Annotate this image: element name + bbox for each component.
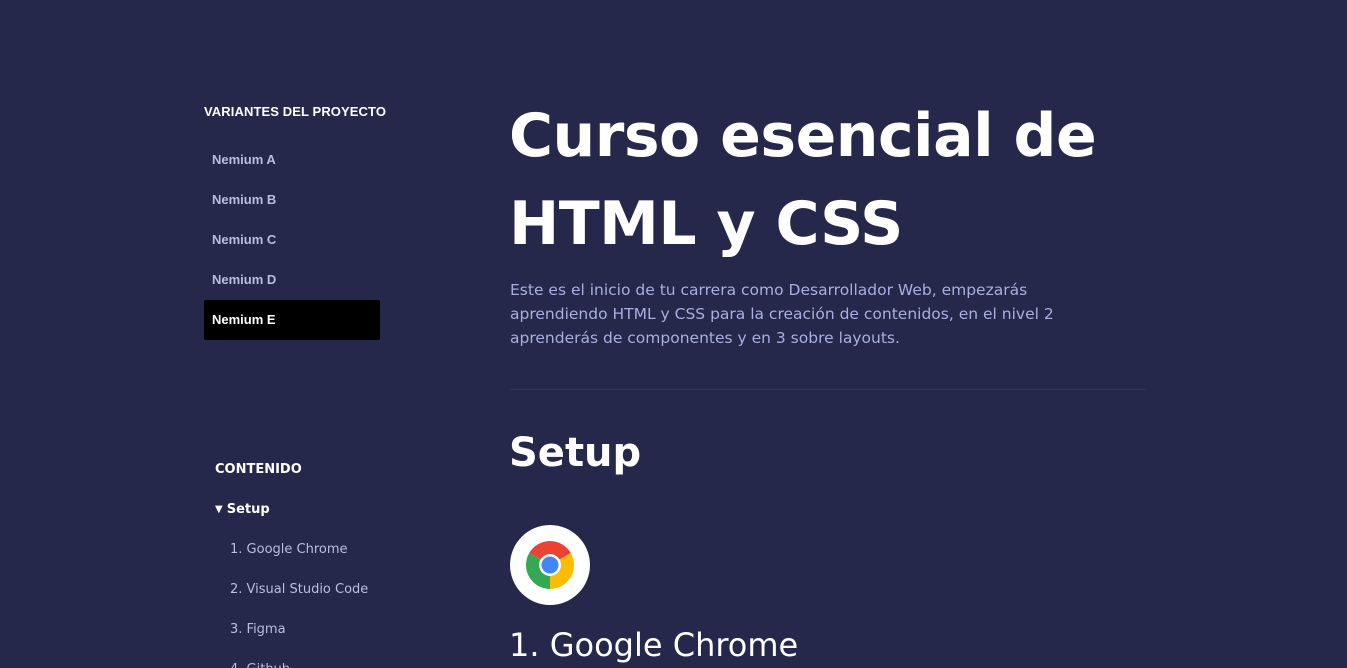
divider bbox=[510, 389, 1146, 390]
contents-item-visual-studio-code[interactable]: 2. Visual Studio Code bbox=[230, 570, 368, 610]
contents-item-github[interactable]: 4. Github bbox=[230, 650, 368, 668]
variant-item-c[interactable]: Nemium C bbox=[204, 220, 380, 260]
variant-item-a[interactable]: Nemium A bbox=[204, 140, 380, 180]
variants-list: Nemium A Nemium B Nemium C Nemium D Nemi… bbox=[204, 140, 380, 340]
sub-heading-google-chrome: 1. Google Chrome bbox=[509, 626, 799, 664]
setup-section-toggle[interactable]: ▼ Setup bbox=[215, 502, 270, 517]
setup-section-label: Setup bbox=[226, 502, 270, 517]
triangle-down-icon: ▼ bbox=[215, 504, 223, 515]
variant-item-e[interactable]: Nemium E bbox=[204, 300, 380, 340]
variant-item-b[interactable]: Nemium B bbox=[204, 180, 380, 220]
chrome-icon bbox=[510, 525, 590, 605]
variants-title: VARIANTES DEL PROYECTO bbox=[204, 104, 387, 119]
page-title: Curso esencial de HTML y CSS bbox=[509, 101, 1097, 259]
contents-list: 1. Google Chrome 2. Visual Studio Code 3… bbox=[230, 530, 368, 668]
intro-paragraph: Este es el inicio de tu carrera como Des… bbox=[510, 281, 1054, 347]
section-heading-setup: Setup bbox=[509, 430, 642, 476]
page: VARIANTES DEL PROYECTO Nemium A Nemium B… bbox=[0, 0, 1347, 668]
contents-item-figma[interactable]: 3. Figma bbox=[230, 610, 368, 650]
contents-title: CONTENIDO bbox=[215, 462, 302, 477]
contents-item-google-chrome[interactable]: 1. Google Chrome bbox=[230, 530, 368, 570]
variant-item-d[interactable]: Nemium D bbox=[204, 260, 380, 300]
